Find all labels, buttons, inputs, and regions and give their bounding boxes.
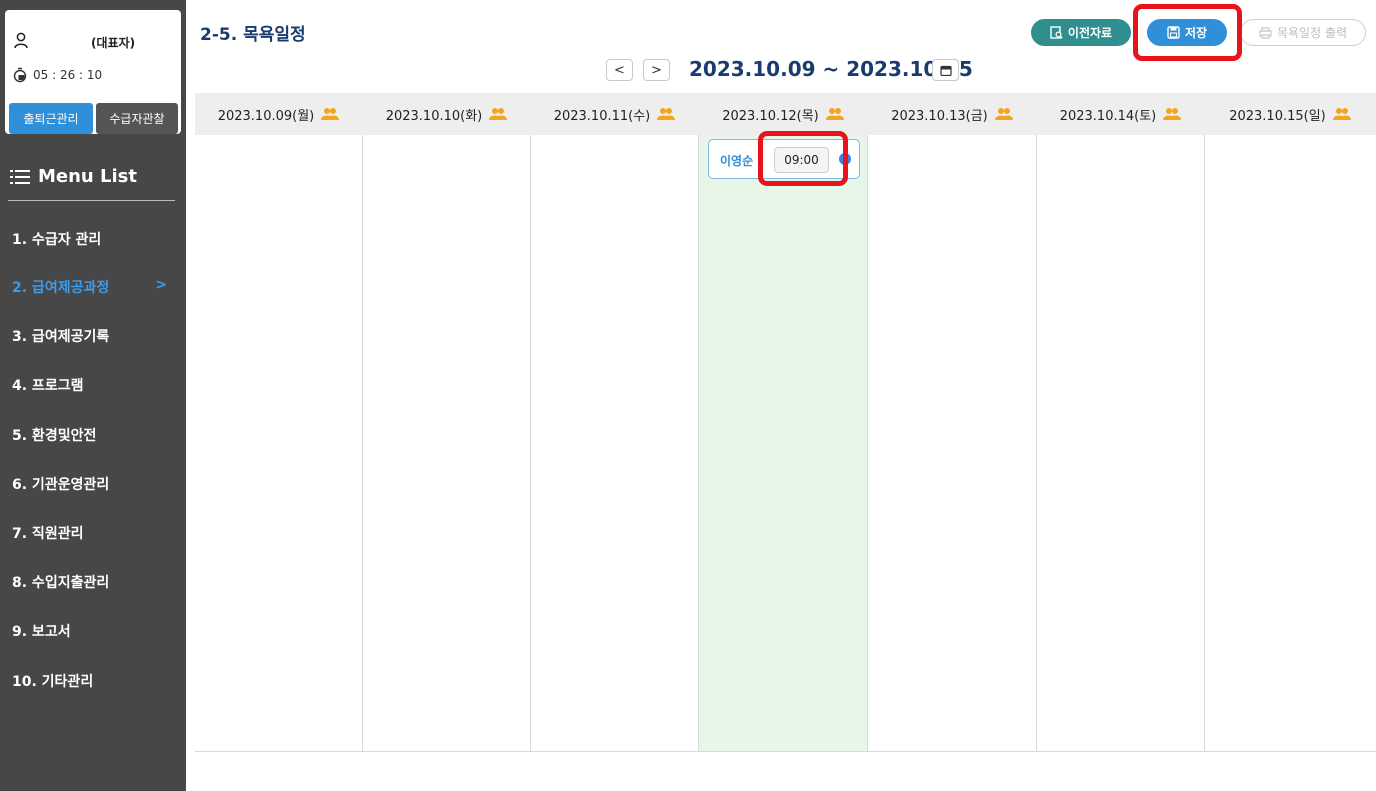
menu-item-report[interactable]: 9. 보고서 <box>12 621 177 641</box>
print-label: 목욕일정 출력 <box>1276 26 1348 40</box>
day-header-label: 2023.10.12(목) <box>722 108 819 124</box>
day-header-mon[interactable]: 2023.10.09(월) <box>195 93 363 135</box>
people-icon <box>825 108 844 120</box>
day-header-fri[interactable]: 2023.10.13(금) <box>868 93 1037 135</box>
floppy-disk-icon <box>1167 26 1180 39</box>
page-title: 2-5. 목욕일정 <box>200 25 306 45</box>
people-icon <box>1163 108 1182 120</box>
document-search-icon <box>1050 26 1063 39</box>
app-root: (대표자) 05 : 26 : 10 출퇴근관리 수급자관찰 Menu List… <box>0 0 1376 791</box>
menu-title: Menu List <box>10 166 137 187</box>
sidebar: (대표자) 05 : 26 : 10 출퇴근관리 수급자관찰 Menu List… <box>0 0 186 791</box>
menu-divider <box>8 200 175 201</box>
next-week-button[interactable]: > <box>643 59 670 81</box>
chevron-right-icon: > <box>155 277 167 293</box>
menu-title-label: Menu List <box>38 166 137 187</box>
menu-item-benefit-record[interactable]: 3. 급여제공기록 <box>12 326 177 346</box>
user-card: (대표자) 05 : 26 : 10 출퇴근관리 수급자관찰 <box>5 10 181 134</box>
previous-data-label: 이전자료 <box>1067 26 1113 40</box>
day-column-mon[interactable] <box>195 135 363 751</box>
event-time-field[interactable]: 09:00 <box>774 147 829 173</box>
menu-item-staff[interactable]: 7. 직원관리 <box>12 523 177 543</box>
people-icon <box>1332 108 1351 120</box>
people-icon <box>489 108 508 120</box>
people-icon <box>994 108 1013 120</box>
bath-schedule-event[interactable]: 이영순 09:00 <box>708 139 860 179</box>
day-column-wed[interactable] <box>531 135 699 751</box>
grid-bottom-border <box>195 751 1376 752</box>
day-column-sat[interactable] <box>1037 135 1205 751</box>
save-button[interactable]: 저장 <box>1147 19 1227 46</box>
menu-item-etc[interactable]: 10. 기타관리 <box>12 671 177 691</box>
day-header-sun[interactable]: 2023.10.15(일) <box>1205 93 1376 135</box>
attendance-button[interactable]: 출퇴근관리 <box>9 103 93 134</box>
prev-week-button[interactable]: < <box>606 59 633 81</box>
menu-item-operation[interactable]: 6. 기관운영관리 <box>12 474 177 494</box>
stopwatch-icon <box>13 67 27 83</box>
people-icon <box>321 108 340 120</box>
people-icon <box>657 108 676 120</box>
previous-data-button[interactable]: 이전자료 <box>1031 19 1131 46</box>
day-column-thu[interactable] <box>699 135 868 751</box>
hamburger-icon <box>10 169 30 184</box>
week-calendar-grid: 2023.10.09(월) 2023.10.10(화) 2023.10.11(수… <box>195 93 1376 752</box>
menu-item-income-expense[interactable]: 8. 수입지출관리 <box>12 572 177 592</box>
day-column-fri[interactable] <box>868 135 1037 751</box>
day-header-label: 2023.10.14(토) <box>1059 108 1157 124</box>
calendar-button[interactable] <box>932 59 959 81</box>
event-status-dot[interactable] <box>839 153 851 165</box>
day-header-label: 2023.10.09(월) <box>217 108 315 124</box>
day-header-wed[interactable]: 2023.10.11(수) <box>531 93 699 135</box>
menu-item-environment[interactable]: 5. 환경및안전 <box>12 425 177 445</box>
calendar-icon <box>939 65 952 76</box>
session-timer: 05 : 26 : 10 <box>33 68 103 82</box>
day-header-label: 2023.10.10(화) <box>385 108 483 124</box>
day-header-label: 2023.10.13(금) <box>891 108 988 124</box>
day-header-thu[interactable]: 2023.10.12(목) <box>699 93 868 135</box>
day-column-tue[interactable] <box>363 135 531 751</box>
menu-item-program[interactable]: 4. 프로그램 <box>12 375 177 395</box>
save-label: 저장 <box>1184 26 1208 40</box>
print-bath-schedule-button[interactable]: 목욕일정 출력 <box>1240 19 1366 46</box>
user-icon <box>14 32 28 49</box>
menu-item-label: 2. 급여제공과정 <box>12 280 110 296</box>
day-header-label: 2023.10.11(수) <box>553 108 651 124</box>
menu-item-recipient[interactable]: 1. 수급자 관리 <box>12 229 177 249</box>
timer-row: 05 : 26 : 10 <box>13 67 102 83</box>
day-column-sun[interactable] <box>1205 135 1376 751</box>
day-header-label: 2023.10.15(일) <box>1229 108 1326 124</box>
event-recipient-name: 이영순 <box>720 154 754 168</box>
menu-item-benefit-process[interactable]: 2. 급여제공과정 > <box>12 277 177 297</box>
week-date-range: 2023.10.09 ~ 2023.10.15 <box>689 57 973 81</box>
observe-button[interactable]: 수급자관찰 <box>96 103 178 134</box>
user-role: (대표자) <box>91 36 136 50</box>
day-header-sat[interactable]: 2023.10.14(토) <box>1037 93 1205 135</box>
day-header-tue[interactable]: 2023.10.10(화) <box>363 93 531 135</box>
printer-icon <box>1259 26 1272 39</box>
